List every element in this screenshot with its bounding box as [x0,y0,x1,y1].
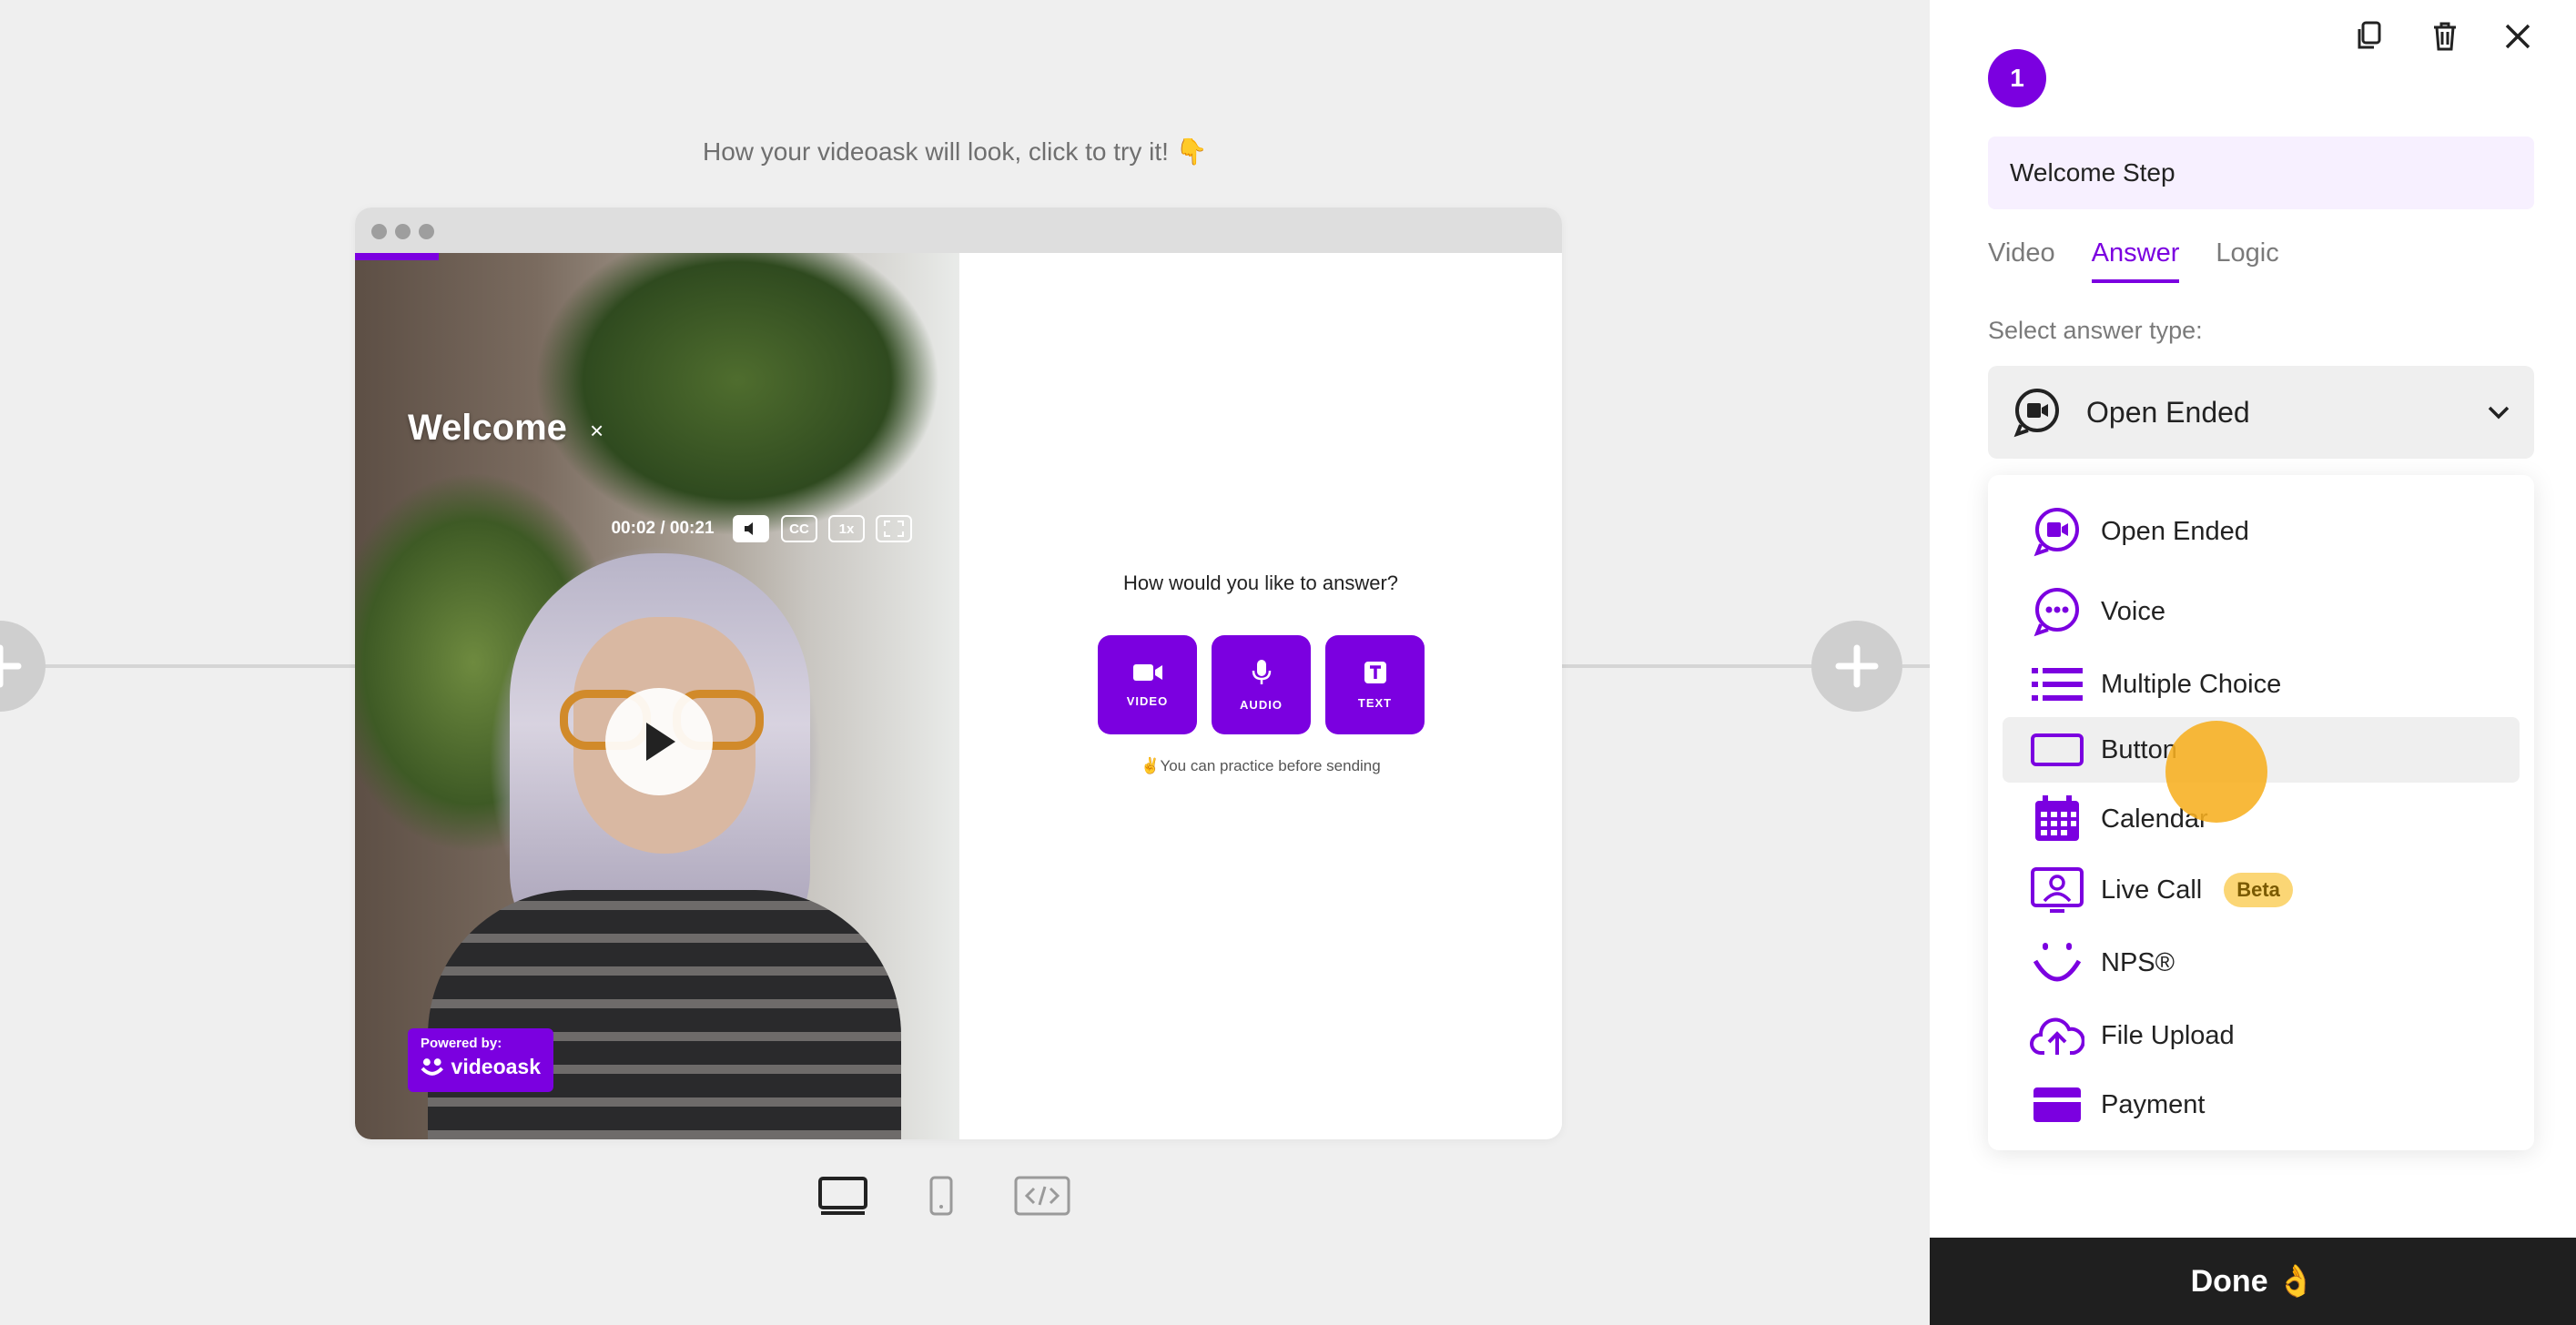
delete-button[interactable] [2427,18,2463,55]
editor-tabs: Video Answer Logic [1988,238,2279,283]
option-open-ended[interactable]: Open Ended [2003,499,2520,564]
connector-line-left [36,664,355,668]
answer-type-label: Select answer type: [1988,317,2203,344]
cloud-upload-icon [2030,1017,2084,1055]
embed-code-icon [1014,1176,1070,1216]
powered-by-label: Powered by: [421,1036,502,1051]
mute-button[interactable] [733,515,769,542]
step-title-field[interactable]: Welcome Step [1988,137,2534,209]
credit-card-icon [2033,1087,2081,1122]
option-nps[interactable]: NPS® [2003,930,2520,996]
powered-by-badge[interactable]: Powered by: videoask [408,1028,553,1092]
mouse-cursor-indicator [2165,721,2267,823]
video-frame-shirt [428,890,901,1139]
video-overlay-title: Welcome [408,408,567,448]
answer-video-button[interactable]: VIDEO [1098,635,1197,734]
option-live-call[interactable]: Live Call Beta [2003,857,2520,923]
answer-type-select[interactable]: Open Ended [1988,366,2534,459]
option-payment[interactable]: Payment [2003,1072,2520,1138]
answer-pane: How would you like to answer? VIDEO AUDI… [959,253,1562,1139]
answer-text-button[interactable]: TEXT [1325,635,1425,734]
smile-icon [2033,943,2082,982]
option-file-upload[interactable]: File Upload [2003,1003,2520,1068]
answer-type-value: Open Ended [2086,395,2250,429]
answer-audio-label: AUDIO [1240,698,1283,712]
plus-icon [0,644,22,688]
videoask-preview[interactable]: 00:02 / 00:21 CC 1x Welcome × Powered by… [355,207,1562,1139]
connector-line-right-end [1902,664,1930,668]
video-camera-icon [1132,664,1162,681]
answer-video-label: VIDEO [1126,694,1169,708]
tab-video[interactable]: Video [1988,238,2055,283]
window-dot [371,224,387,239]
answer-audio-button[interactable]: AUDIO [1212,635,1311,734]
practice-note: ✌️You can practice before sending [1141,757,1381,774]
browser-chrome [355,207,1562,253]
trash-icon [2434,22,2456,51]
done-button[interactable]: Done 👌 [1930,1238,2576,1325]
open-ended-icon [2013,389,2059,438]
videoask-logo-icon [421,1057,444,1076]
tab-answer[interactable]: Answer [2091,238,2180,283]
option-label: Voice [2101,596,2165,626]
calendar-icon [2035,795,2079,841]
view-toggles [817,1176,1070,1216]
answer-text-label: TEXT [1357,696,1393,710]
text-icon [1364,662,1386,683]
step-editor-panel: 1 Welcome Step Video Answer Logic Select… [1930,0,2576,1325]
captions-button[interactable]: CC [781,515,817,542]
window-dot [419,224,434,239]
live-call-icon [2031,867,2084,913]
speaker-icon [745,522,753,535]
desktop-icon [818,1177,867,1215]
voice-icon [2033,588,2079,637]
powered-by-brand: videoask [451,1055,541,1078]
speed-button[interactable]: 1x [828,515,865,542]
close-button[interactable] [2500,18,2536,55]
window-dot [395,224,411,239]
mobile-view-button[interactable] [928,1176,954,1216]
option-label: File Upload [2101,1020,2235,1050]
desktop-view-button[interactable] [817,1176,868,1216]
list-icon [2032,668,2083,701]
plus-icon [1835,644,1879,688]
chevron-down-icon [2488,406,2510,420]
add-step-button-right[interactable] [1811,621,1902,712]
connector-line-right [1562,664,1817,668]
step-number-badge: 1 [1988,49,2046,107]
overlay-close-button[interactable]: × [590,417,603,445]
option-multiple-choice[interactable]: Multiple Choice [2003,652,2520,717]
flow-canvas: How your videoask will look, click to tr… [0,0,1930,1325]
option-label: NPS® [2101,947,2175,977]
fullscreen-icon [884,521,904,537]
option-label: Multiple Choice [2101,669,2282,699]
option-label: Open Ended [2101,516,2249,546]
beta-badge: Beta [2224,873,2293,907]
duplicate-button[interactable] [2350,18,2387,55]
video-progress [355,253,439,260]
duplicate-icon [2358,21,2381,49]
preview-hint: How your videoask will look, click to tr… [703,137,1208,166]
answer-type-menu: Open Ended Voice Multiple Choice Button … [1988,475,2534,1150]
video-player[interactable]: 00:02 / 00:21 CC 1x Welcome × Powered by… [355,253,959,1139]
close-icon [2505,24,2530,49]
add-step-button-left[interactable] [0,621,46,712]
fullscreen-button[interactable] [876,515,912,542]
option-label: Payment [2101,1089,2206,1119]
option-label: Live Call [2101,875,2203,905]
button-icon [2031,733,2084,766]
play-icon [646,723,675,761]
embed-view-button[interactable] [1014,1176,1070,1216]
open-ended-icon [2033,508,2079,557]
mobile-icon [929,1176,953,1216]
play-button[interactable] [605,688,713,795]
microphone-icon [1252,660,1271,684]
option-voice[interactable]: Voice [2003,579,2520,644]
tab-logic[interactable]: Logic [2216,238,2278,283]
answer-question: How would you like to answer? [1122,571,1399,594]
video-time: 00:02 / 00:21 [611,519,715,538]
